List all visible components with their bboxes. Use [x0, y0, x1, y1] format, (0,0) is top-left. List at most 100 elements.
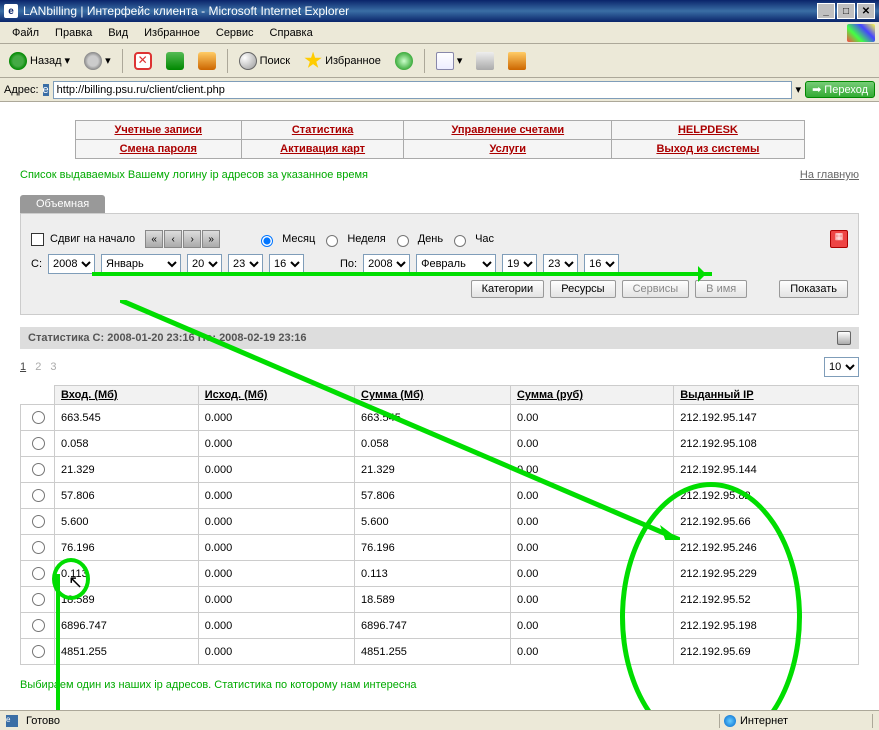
arrow-prev-icon[interactable]: ‹ [164, 230, 182, 248]
edit-icon [508, 52, 526, 70]
page-content: Учетные записи Статистика Управление сче… [0, 102, 879, 710]
period-day-radio[interactable] [397, 235, 409, 247]
favorites-button[interactable]: Избранное [299, 49, 386, 73]
home-icon [198, 52, 216, 70]
show-button[interactable]: Показать [779, 280, 848, 298]
mail-button[interactable]: ▾ [431, 49, 468, 73]
minimize-button[interactable]: _ [817, 3, 835, 19]
period-week-label: Неделя [347, 233, 385, 245]
cell-sum-rub: 0.00 [510, 405, 673, 431]
period-week-radio[interactable] [326, 235, 338, 247]
row-radio[interactable] [32, 489, 45, 502]
row-radio[interactable] [32, 567, 45, 580]
nav-stats[interactable]: Статистика [292, 124, 354, 136]
from-month-select[interactable]: Январь [101, 254, 181, 274]
col-ip[interactable]: Выданный IP [674, 386, 859, 405]
page-icon: e [43, 84, 49, 96]
stop-button[interactable] [129, 49, 157, 73]
page-icon: e [6, 715, 18, 727]
nav-password[interactable]: Смена пароля [120, 143, 197, 155]
arrow-last-icon[interactable]: » [202, 230, 220, 248]
period-hour-radio[interactable] [454, 235, 466, 247]
col-in[interactable]: Вход. (Мб) [55, 386, 199, 405]
page-1-link[interactable]: 1 [20, 361, 26, 373]
search-button[interactable]: Поиск [234, 49, 295, 73]
row-radio[interactable] [32, 593, 45, 606]
to-hour-select[interactable]: 23 [543, 254, 578, 274]
from-year-select[interactable]: 2008 [48, 254, 95, 274]
nav-logout[interactable]: Выход из системы [656, 143, 759, 155]
page-2-link[interactable]: 2 [35, 361, 41, 373]
menu-view[interactable]: Вид [100, 25, 136, 41]
edit-button[interactable] [503, 49, 531, 73]
forward-button[interactable]: ▾ [79, 49, 116, 73]
cell-sum-rub: 0.00 [510, 431, 673, 457]
history-button[interactable] [390, 49, 418, 73]
nav-activate[interactable]: Активация карт [280, 143, 365, 155]
row-radio[interactable] [32, 541, 45, 554]
filter-panel: Сдвиг на начало « ‹ › » Месяц Неделя Ден… [20, 213, 859, 315]
to-month-select[interactable]: Февраль [416, 254, 496, 274]
shift-checkbox[interactable] [31, 233, 44, 246]
to-min-select[interactable]: 16 [584, 254, 619, 274]
row-radio[interactable] [32, 437, 45, 450]
refresh-button[interactable] [161, 49, 189, 73]
row-radio[interactable] [32, 411, 45, 424]
address-label: Адрес: [4, 84, 39, 96]
services-button[interactable]: Сервисы [622, 280, 690, 298]
page-size-select[interactable]: 10 [824, 357, 859, 377]
cell-ip: 212.192.95.82 [674, 483, 859, 509]
zone-text: Интернет [740, 715, 788, 727]
menu-favorites[interactable]: Избранное [136, 25, 208, 41]
go-button[interactable]: ➡ Переход [805, 81, 875, 98]
page-3-link[interactable]: 3 [50, 361, 56, 373]
tab-volume[interactable]: Объемная [20, 195, 105, 213]
resources-button[interactable]: Ресурсы [550, 280, 615, 298]
nav-billing[interactable]: Управление счетами [451, 124, 564, 136]
calendar-icon[interactable]: ▦ [830, 230, 848, 248]
cell-out: 0.000 [198, 535, 354, 561]
menu-edit[interactable]: Правка [47, 25, 100, 41]
categories-button[interactable]: Категории [471, 280, 545, 298]
star-icon [304, 52, 322, 70]
cell-out: 0.000 [198, 587, 354, 613]
nav-helpdesk[interactable]: HELPDESK [678, 124, 738, 136]
statusbar: e Готово Интернет [0, 710, 879, 730]
row-radio[interactable] [32, 619, 45, 632]
back-button[interactable]: Назад ▾ [4, 49, 75, 73]
col-sum-rub[interactable]: Сумма (руб) [510, 386, 673, 405]
period-month-radio[interactable] [261, 235, 273, 247]
chevron-down-icon[interactable]: ▾ [796, 83, 802, 96]
row-radio[interactable] [32, 645, 45, 658]
cell-ip: 212.192.95.147 [674, 405, 859, 431]
arrow-next-icon[interactable]: › [183, 230, 201, 248]
row-radio[interactable] [32, 515, 45, 528]
cell-in: 4851.255 [55, 639, 199, 665]
to-year-select[interactable]: 2008 [363, 254, 410, 274]
menu-tools[interactable]: Сервис [208, 25, 262, 41]
close-button[interactable]: ✕ [857, 3, 875, 19]
row-radio[interactable] [32, 463, 45, 476]
cell-sum-mb: 57.806 [355, 483, 511, 509]
from-day-select[interactable]: 20 [187, 254, 222, 274]
url-input[interactable] [53, 81, 792, 99]
table-row: 57.8060.00057.8060.00212.192.95.82 [21, 483, 859, 509]
col-out[interactable]: Исход. (Мб) [198, 386, 354, 405]
to-day-select[interactable]: 19 [502, 254, 537, 274]
maximize-button[interactable]: □ [837, 3, 855, 19]
from-min-select[interactable]: 16 [269, 254, 304, 274]
print-button[interactable] [471, 49, 499, 73]
home-link[interactable]: На главную [800, 169, 859, 181]
cell-sum-mb: 663.545 [355, 405, 511, 431]
window-title: LANbilling | Интерфейс клиента - Microso… [23, 4, 349, 18]
home-button[interactable] [193, 49, 221, 73]
col-sum-mb[interactable]: Сумма (Мб) [355, 386, 511, 405]
in-name-button[interactable]: В имя [695, 280, 747, 298]
nav-services[interactable]: Услуги [489, 143, 526, 155]
from-hour-select[interactable]: 23 [228, 254, 263, 274]
menu-help[interactable]: Справка [262, 25, 321, 41]
nav-accounts[interactable]: Учетные записи [114, 124, 202, 136]
arrow-first-icon[interactable]: « [145, 230, 163, 248]
menu-file[interactable]: Файл [4, 25, 47, 41]
print-icon[interactable] [837, 331, 851, 345]
